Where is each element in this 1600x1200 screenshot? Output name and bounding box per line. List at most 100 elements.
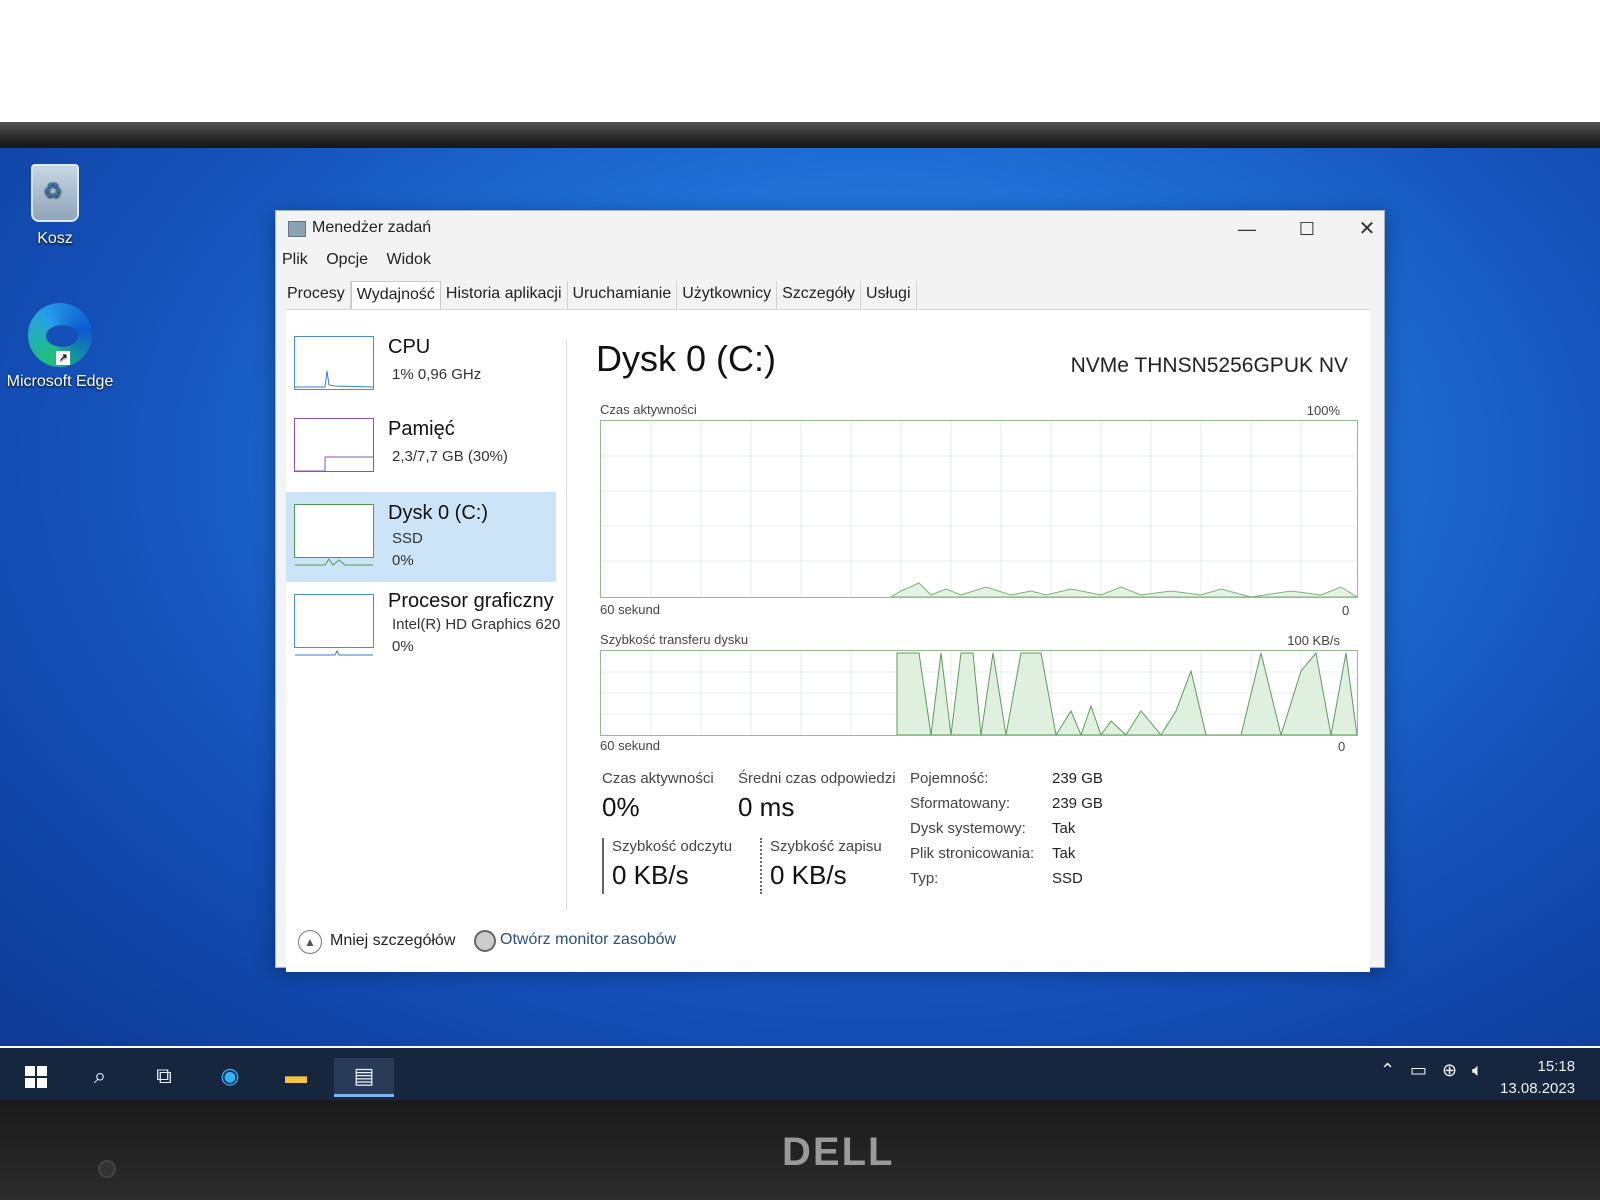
resource-usage: 0% (392, 638, 414, 655)
info-key: Plik stronicowania: (910, 845, 1035, 862)
write-separator (760, 838, 762, 894)
active-time-graph (600, 420, 1359, 598)
graph2-max: 100 KB/s (1287, 633, 1340, 648)
resource-name: Procesor graficzny (388, 590, 554, 612)
info-value: Tak (1052, 820, 1076, 837)
clock-time: 15:18 (1537, 1058, 1576, 1075)
taskbar-clock[interactable]: 15:18 13.08.2023 (1500, 1056, 1575, 1100)
response-time-label: Średni czas odpowiedzi (738, 770, 896, 787)
resource-usage: 0% (392, 552, 414, 569)
shortcut-arrow-icon: ↗ (56, 351, 70, 365)
info-key: Pojemność: (910, 770, 989, 787)
transfer-rate-graph-svg (601, 651, 1358, 737)
tab-historia-aplikacji[interactable]: Historia aplikacji (441, 281, 568, 309)
menu-opcje[interactable]: Opcje (326, 251, 368, 268)
info-key: Typ: (910, 870, 939, 887)
task-view-icon[interactable]: ⧉ (144, 1058, 184, 1094)
tab-uslugi[interactable]: Usługi (861, 281, 917, 309)
resource-item-disk[interactable]: Dysk 0 (C:) SSD 0% (286, 492, 556, 582)
edge-icon: ↗ (28, 303, 92, 367)
panel-divider (566, 340, 567, 910)
graph1-right-axis: 0 (1342, 603, 1350, 618)
read-separator (602, 838, 604, 894)
resource-usage: 1% 0,96 GHz (392, 366, 482, 383)
performance-panel: CPU 1% 0,96 GHz Pamięć 2,3/7,7 GB (30%) … (286, 309, 1370, 972)
file-explorer-icon[interactable]: ▬ (276, 1058, 316, 1094)
tab-procesy[interactable]: Procesy (282, 281, 351, 309)
battery-icon[interactable]: ▭ (1410, 1060, 1427, 1081)
maximize-button[interactable]: ☐ (1284, 215, 1330, 243)
task-manager-window: Menedżer zadań — ☐ ✕ Plik Opcje Widok Pr… (275, 210, 1385, 972)
graph1-max: 100% (1306, 403, 1340, 418)
disk-model: NVMe THNSN5256GPUK NV (1070, 354, 1348, 377)
detail-title: Dysk 0 (C:) (596, 338, 776, 379)
desktop: Kosz ↗ Microsoft Edge Menedżer zadań — ☐… (0, 148, 1600, 1046)
info-key: Sformatowany: (910, 795, 1011, 812)
chevron-up-icon[interactable]: ▲ (298, 930, 322, 954)
tab-strip: Procesy Wydajność Historia aplikacji Uru… (282, 281, 917, 309)
memory-mini-graph (294, 418, 374, 472)
info-key: Dysk systemowy: (910, 820, 1026, 837)
cpu-mini-graph (294, 336, 374, 390)
resource-model: Intel(R) HD Graphics 620 (392, 616, 561, 633)
desktop-icon-label: Kosz (37, 230, 73, 247)
write-speed-value: 0 KB/s (770, 860, 847, 890)
write-speed-label: Szybkość zapisu (770, 838, 882, 855)
dell-logo: DELL (782, 1130, 895, 1174)
minimize-button[interactable]: — (1224, 215, 1270, 243)
tab-wydajnosc[interactable]: Wydajność (350, 281, 441, 309)
menu-plik[interactable]: Plik (282, 251, 308, 268)
tab-szczegoly[interactable]: Szczegóły (777, 281, 862, 309)
network-icon[interactable]: ⊕ (1442, 1060, 1457, 1081)
info-value: 239 GB (1052, 770, 1103, 787)
task-manager-icon (288, 221, 306, 237)
info-value: SSD (1052, 870, 1083, 887)
recycle-bin-icon (31, 164, 79, 222)
title-bar[interactable]: Menedżer zadań — ☐ ✕ (276, 211, 1384, 243)
response-time-value: 0 ms (738, 792, 795, 822)
desktop-icon-edge[interactable]: ↗ Microsoft Edge (5, 303, 115, 391)
gpu-mini-graph (294, 594, 374, 656)
resource-item-gpu[interactable]: Procesor graficzny Intel(R) HD Graphics … (286, 586, 560, 672)
window-title: Menedżer zadań (312, 219, 432, 236)
resource-type: SSD (392, 530, 423, 547)
transfer-rate-graph (600, 650, 1358, 737)
resource-item-cpu[interactable]: CPU 1% 0,96 GHz (286, 328, 556, 414)
search-icon[interactable]: ⌕ (80, 1058, 120, 1094)
chevron-up-tray-icon[interactable]: ⌃ (1380, 1060, 1395, 1081)
graph2-right-axis: 0 (1338, 739, 1346, 754)
desktop-icon-recycle-bin[interactable]: Kosz (0, 158, 110, 248)
desktop-icon-label: Microsoft Edge (6, 373, 114, 390)
tab-uruchamianie[interactable]: Uruchamianie (568, 281, 678, 309)
resource-name: CPU (388, 336, 431, 358)
resource-name: Pamięć (388, 418, 455, 440)
close-button[interactable]: ✕ (1344, 215, 1390, 243)
webcam-icon (98, 1160, 116, 1178)
info-value: Tak (1052, 845, 1076, 862)
start-button[interactable] (16, 1058, 56, 1094)
read-speed-label: Szybkość odczytu (612, 838, 733, 855)
active-time-graph-svg (601, 421, 1359, 598)
graph1-left-axis: 60 sekund (600, 602, 660, 617)
task-manager-taskbar-icon[interactable]: ▤ (334, 1058, 394, 1097)
resource-name: Dysk 0 (C:) (388, 502, 488, 524)
edge-taskbar-icon[interactable]: ◉ (210, 1058, 250, 1094)
resource-item-memory[interactable]: Pamięć 2,3/7,7 GB (30%) (286, 410, 556, 496)
resource-usage: 2,3/7,7 GB (30%) (392, 448, 508, 465)
active-time-value: 0% (602, 792, 640, 822)
info-value: 239 GB (1052, 795, 1103, 812)
disk-mini-graph (294, 504, 374, 566)
menu-widok[interactable]: Widok (386, 251, 430, 268)
graph2-label: Szybkość transferu dysku (600, 632, 749, 647)
graph2-left-axis: 60 sekund (600, 738, 660, 753)
resource-monitor-icon (474, 930, 496, 952)
open-resource-monitor-link[interactable]: Otwórz monitor zasobów (500, 931, 676, 949)
clock-date: 13.08.2023 (1500, 1080, 1576, 1097)
menu-bar: Plik Opcje Widok (282, 251, 445, 269)
tab-uzytkownicy[interactable]: Użytkownicy (677, 281, 778, 309)
graph1-label: Czas aktywności (600, 402, 697, 417)
windows-logo-icon (25, 1066, 47, 1088)
volume-icon[interactable]: 🔈︎ (1472, 1060, 1483, 1081)
less-details-button[interactable]: Mniej szczegółów (330, 932, 455, 950)
read-speed-value: 0 KB/s (612, 860, 689, 890)
